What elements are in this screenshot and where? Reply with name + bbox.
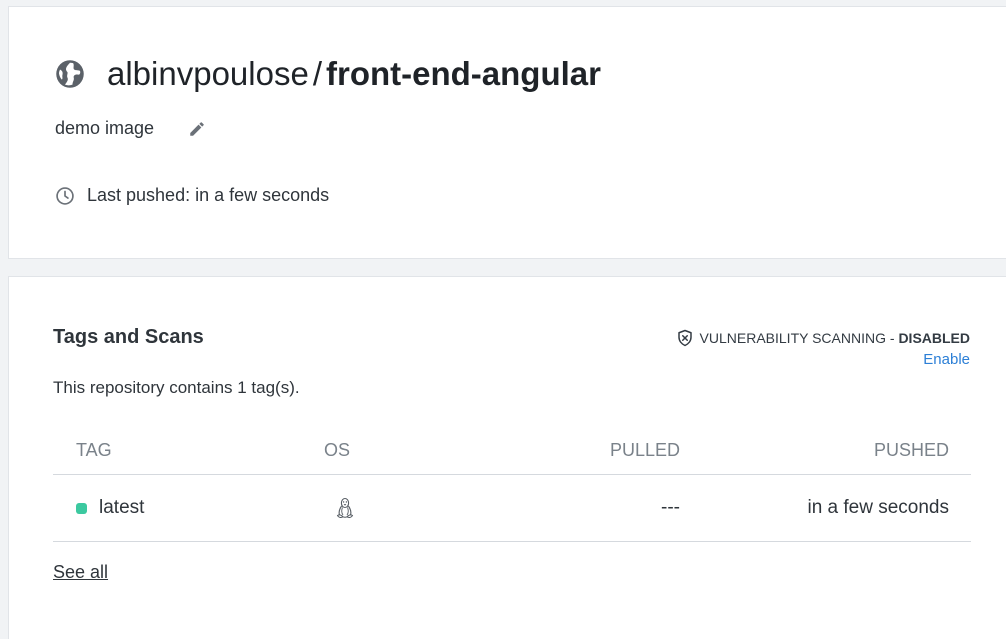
tag-name[interactable]: latest: [99, 497, 144, 519]
tags-table-header: TAG OS PULLED PUSHED: [53, 427, 971, 475]
tags-section-title: Tags and Scans: [53, 326, 204, 348]
last-pushed-text: Last pushed: in a few seconds: [87, 185, 330, 205]
clock-icon: [55, 186, 75, 206]
tag-status-dot: [76, 502, 87, 514]
description-text: demo image: [55, 118, 155, 138]
enable-scanning-link[interactable]: Enable: [676, 351, 970, 368]
vuln-status: DISABLED: [898, 330, 970, 346]
tags-count-text: This repository contains 1 tag(s).: [53, 378, 300, 397]
pulled-cell: ---: [546, 474, 680, 542]
tags-and-scans-card: Tags and Scans VULNERABILITY SCANNING - …: [8, 276, 1006, 639]
shield-x-icon: [676, 329, 694, 347]
pencil-icon[interactable]: [188, 120, 206, 138]
vuln-label: VULNERABILITY SCANNING -: [699, 330, 899, 346]
repository-description: demo image: [55, 118, 206, 139]
repository-title: albinvpoulose / front-end-angular: [55, 55, 601, 93]
os-cell: [276, 474, 546, 542]
repository-name: front-end-angular: [326, 55, 601, 92]
pushed-cell: in a few seconds: [680, 474, 971, 542]
repository-header-card: albinvpoulose / front-end-angular demo i…: [8, 6, 1006, 259]
column-header-pushed[interactable]: PUSHED: [680, 427, 971, 475]
tag-cell[interactable]: latest: [53, 474, 276, 542]
column-header-pulled[interactable]: PULLED: [546, 427, 680, 475]
tags-table: TAG OS PULLED PUSHED latest --- in a few…: [53, 427, 971, 542]
linux-icon: [336, 497, 354, 519]
globe-icon: [55, 59, 85, 89]
last-pushed-info: Last pushed: in a few seconds: [55, 185, 329, 206]
vulnerability-scanning-status: VULNERABILITY SCANNING - DISABLED Enable: [676, 329, 970, 368]
repository-owner[interactable]: albinvpoulose: [107, 55, 309, 93]
column-header-tag[interactable]: TAG: [53, 427, 276, 475]
column-header-os[interactable]: OS: [276, 427, 546, 475]
see-all-link[interactable]: See all: [53, 562, 108, 583]
table-row[interactable]: latest --- in a few seconds: [53, 474, 971, 542]
repository-separator: /: [312, 55, 322, 92]
